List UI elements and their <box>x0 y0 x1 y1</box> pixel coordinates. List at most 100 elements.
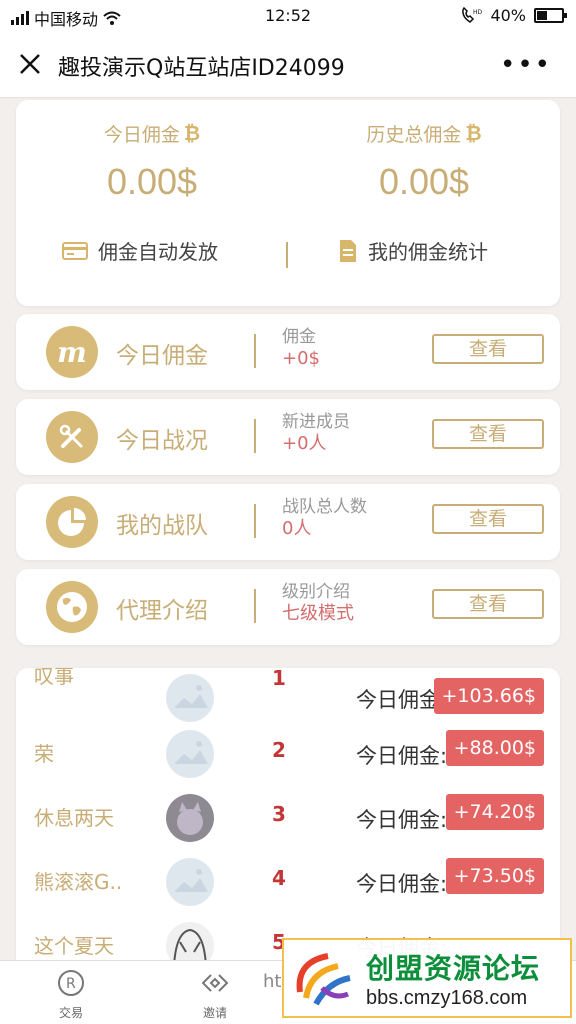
tools-icon <box>46 411 98 463</box>
pie-glyph <box>58 508 86 536</box>
member-name: 这个夏天 <box>34 934 114 958</box>
row-desc-value: 七级模式 <box>282 603 354 624</box>
row-title: 今日战况 <box>116 428 208 454</box>
avatar <box>166 858 214 906</box>
member-name: 熊滚滚G.. <box>34 870 123 894</box>
row-desc-label: 战队总人数 <box>282 497 367 517</box>
more-menu-icon[interactable]: ••• <box>500 50 552 80</box>
row-desc-value: 0人 <box>282 518 312 539</box>
row-desc-value: +0人 <box>282 433 327 454</box>
row-desc-label: 级别介绍 <box>282 582 350 602</box>
row-desc-value: +0$ <box>282 348 320 369</box>
today-commission-label: 今日佣金 <box>103 124 180 146</box>
avatar <box>166 730 214 778</box>
today-commission-value: 0.00$ <box>106 161 198 202</box>
today-commission-label: 今日佣金: <box>356 744 448 768</box>
link-icon <box>201 974 229 992</box>
watermark-url: bbs.cmzy168.com <box>366 986 528 1009</box>
commission-amount: +73.50$ <box>445 858 544 894</box>
auto-payout-label: 佣金自动发放 <box>98 240 218 264</box>
view-button[interactable]: 查看 <box>432 589 544 619</box>
today-status-row: 今日战况 新进成员 +0人 查看 <box>16 399 560 475</box>
total-commission-label-wrap: 历史总佣金 ₿ <box>366 120 481 147</box>
battery-icon <box>534 8 567 23</box>
close-icon[interactable] <box>16 50 44 78</box>
commission-amount: +74.20$ <box>445 794 544 830</box>
commission-amount: +88.00$ <box>445 730 544 766</box>
today-commission-row: m 今日佣金 佣金 +0$ 查看 <box>16 314 560 390</box>
status-right: HD 40% <box>460 6 567 25</box>
row-title: 代理介绍 <box>116 598 208 624</box>
tab-ghost-text: ht <box>263 971 282 992</box>
status-bar: 中国移动 12:52 HD 40% <box>0 0 576 32</box>
watermark-text: 创盟资源论坛 bbs.cmzy168.com <box>366 947 540 1010</box>
row-separator <box>254 334 256 368</box>
row-separator <box>254 504 256 538</box>
row-desc-label: 佣金 <box>282 327 316 347</box>
row-title: 我的战队 <box>116 513 208 539</box>
svg-text:HD: HD <box>473 9 482 16</box>
watermark-banner: 创盟资源论坛 bbs.cmzy168.com <box>282 938 572 1018</box>
battery-fill <box>537 11 547 20</box>
view-button[interactable]: 查看 <box>432 504 544 534</box>
commission-stats-label: 我的佣金统计 <box>368 240 488 264</box>
tab-trade-label: 交易 <box>58 1006 83 1020</box>
nav-bar: 趣投演示Q站互站店ID24099 ••• <box>0 32 576 98</box>
avatar <box>166 794 214 842</box>
action-divider <box>286 242 288 268</box>
cat-avatar-icon <box>177 802 203 835</box>
today-commission-label-wrap: 今日佣金 ₿ <box>104 120 200 147</box>
hd-call-icon: HD <box>462 6 482 23</box>
card-icon <box>62 241 88 260</box>
document-icon <box>340 239 356 262</box>
globe-glyph <box>57 592 87 622</box>
placeholder-image-icon <box>174 685 208 708</box>
row-description: 新进成员 +0人 <box>282 411 350 455</box>
m-badge-icon: m <box>46 326 98 378</box>
row-title: 今日佣金 <box>116 343 208 369</box>
summary-actions: 佣金自动发放 我的佣金统计 <box>16 236 560 276</box>
pie-chart-icon <box>46 496 98 548</box>
member-name: 叹事 <box>34 668 74 688</box>
tab-trade[interactable]: R 交易 <box>31 969 111 1021</box>
commission-summary-card: 今日佣金 ₿ 0.00$ 历史总佣金 ₿ 0.00$ 佣金自动发放 我的佣金统计 <box>16 100 560 306</box>
view-button[interactable]: 查看 <box>432 419 544 449</box>
row-description: 级别介绍 七级模式 <box>282 581 354 625</box>
bitcoin-icon: ₿ <box>183 121 201 145</box>
registered-icon: R <box>58 970 84 996</box>
list-item[interactable]: 荣 2 今日佣金: +88.00$ <box>16 730 560 794</box>
rank-number: 1 <box>272 668 286 690</box>
total-commission-label: 历史总佣金 <box>366 124 462 146</box>
row-separator <box>254 419 256 453</box>
battery-percent: 40% <box>490 6 526 25</box>
list-item[interactable]: 熊滚滚G.. 4 今日佣金: +73.50$ <box>16 858 560 922</box>
globe-icon <box>46 581 98 633</box>
auto-payout-button[interactable]: 佣金自动发放 <box>62 236 218 265</box>
tools-glyph <box>59 424 83 448</box>
commission-amount: +103.66$ <box>433 678 544 714</box>
rank-number: 3 <box>272 802 286 826</box>
page-title: 趣投演示Q站互站店ID24099 <box>58 56 345 81</box>
commission-stats-button[interactable]: 我的佣金统计 <box>338 236 488 265</box>
rank-number: 4 <box>272 866 286 890</box>
avatar <box>166 674 214 722</box>
swirl-logo-icon <box>296 953 351 1006</box>
my-team-row: 我的战队 战队总人数 0人 查看 <box>16 484 560 560</box>
tab-invite-label: 邀请 <box>202 1006 227 1020</box>
total-commission-value: 0.00$ <box>378 161 470 202</box>
row-description: 战队总人数 0人 <box>282 496 367 540</box>
ranking-list: 叹事 1 今日佣金: +103.66$ 荣 2 今日佣金: +88.00$ 休息… <box>16 668 560 968</box>
list-item[interactable]: 叹事 1 今日佣金: +103.66$ <box>16 668 560 738</box>
today-commission-stat: 今日佣金 ₿ 0.00$ <box>16 120 288 203</box>
row-description: 佣金 +0$ <box>282 326 320 370</box>
placeholder-image-icon <box>174 869 208 892</box>
total-commission-stat: 历史总佣金 ₿ 0.00$ <box>288 120 560 203</box>
member-name: 休息两天 <box>34 806 114 830</box>
watermark-title: 创盟资源论坛 <box>366 951 541 985</box>
tab-invite[interactable]: 邀请 <box>175 969 255 1021</box>
row-desc-label: 新进成员 <box>282 412 350 432</box>
list-item[interactable]: 休息两天 3 今日佣金: +74.20$ <box>16 794 560 858</box>
today-commission-label: 今日佣金: <box>356 808 448 832</box>
member-name: 荣 <box>34 742 54 766</box>
view-button[interactable]: 查看 <box>432 334 544 364</box>
